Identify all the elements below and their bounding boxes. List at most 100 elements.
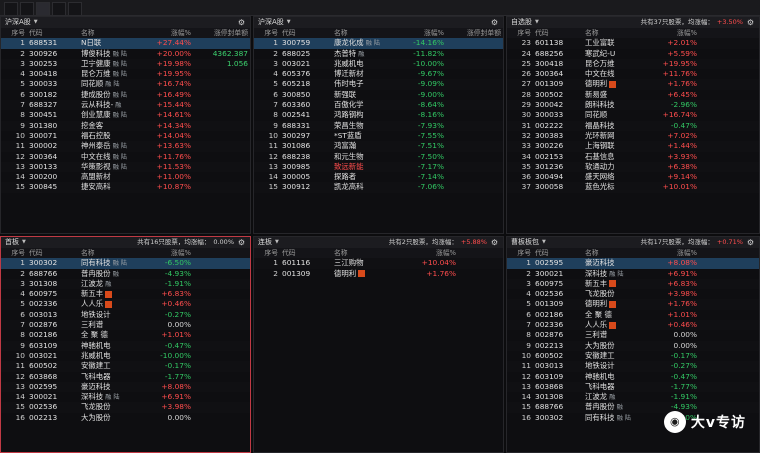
table-row[interactable]: 1 688531 N日联 +27.44%: [1, 38, 250, 49]
table-row[interactable]: 12 603868 飞科电器 -1.77%: [1, 372, 250, 382]
col-seq[interactable]: 序号: [254, 248, 280, 258]
table-row[interactable]: 11 301086 鸿富瀚 -7.51%: [254, 141, 503, 152]
col-change[interactable]: 涨幅%: [414, 248, 458, 258]
table-row[interactable]: 12 603109 神驰机电 -0.47%: [507, 372, 759, 382]
col-seq[interactable]: 序号: [1, 248, 27, 258]
table-row[interactable]: 6 300182 捷成股份融 陆 +16.49%: [1, 90, 250, 100]
col-limitup-amount[interactable]: 涨停封单额: [193, 28, 250, 38]
col-seq[interactable]: 序号: [1, 28, 27, 38]
table-row[interactable]: 9 688331 荣昌生物 -7.93%: [254, 120, 503, 131]
panel-title[interactable]: 沪深A股: [5, 17, 31, 28]
top-tab-active[interactable]: [36, 2, 50, 15]
col-code[interactable]: 代码: [533, 248, 583, 258]
col-code[interactable]: 代码: [280, 28, 332, 38]
col-name[interactable]: 名称: [583, 248, 655, 258]
table-row[interactable]: 5 001309 德明利 +1.76%: [507, 299, 759, 310]
col-name[interactable]: 名称: [79, 248, 149, 258]
table-row[interactable]: 9 301380 挖金客 +14.34%: [1, 120, 250, 131]
table-row[interactable]: 13 300985 致远新能 -7.17%: [254, 161, 503, 173]
table-row[interactable]: 9 603109 神驰机电 -0.47%: [1, 340, 250, 351]
table-row[interactable]: 10 003021 兆威机电 -10.00%: [1, 351, 250, 361]
table-row[interactable]: 33 300226 上海钢联 +1.44%: [507, 141, 759, 152]
gear-icon[interactable]: ⚙: [746, 238, 755, 247]
table-row[interactable]: 12 688238 和元生物 -7.50%: [254, 152, 503, 162]
table-row[interactable]: 28 300502 新易盛 +6.45%: [507, 90, 759, 100]
col-code[interactable]: 代码: [533, 28, 583, 38]
panel-title[interactable]: 首板: [5, 237, 19, 248]
table-row[interactable]: 14 300200 高盟新材 +11.00%: [1, 172, 250, 182]
table-row[interactable]: 4 002536 飞龙股份 +3.98%: [507, 289, 759, 299]
table-row[interactable]: 27 001309 德明利 +1.76%: [507, 79, 759, 90]
col-change[interactable]: 涨幅%: [655, 248, 699, 258]
table-row[interactable]: 34 002153 石基信息 +3.93%: [507, 152, 759, 162]
table-row[interactable]: 6 003013 地铁设计 -0.27%: [1, 310, 250, 320]
table-row[interactable]: 5 300033 同花顺融 陆 +16.74%: [1, 79, 250, 90]
table-row[interactable]: 23 601138 工业富联 +2.01%: [507, 38, 759, 49]
table-row[interactable]: 2 300021 深科技融 陆 +6.91%: [507, 269, 759, 279]
top-tab[interactable]: [52, 2, 66, 15]
col-seq[interactable]: 序号: [507, 248, 533, 258]
col-limitup-amount[interactable]: 涨停封单额: [446, 28, 503, 38]
table-row[interactable]: 14 301308 江波龙融 -1.91%: [507, 392, 759, 402]
table-row[interactable]: 32 300383 光环新网 +7.02%: [507, 131, 759, 141]
table-row[interactable]: 29 300042 朗科科技 -2.96%: [507, 100, 759, 111]
table-row[interactable]: 1 300302 同有科技融 陆 -6.50%: [1, 258, 250, 269]
gear-icon[interactable]: ⚙: [490, 18, 499, 27]
dropdown-caret-icon[interactable]: ▼: [542, 237, 546, 248]
table-row[interactable]: 14 300005 探路者 -7.14%: [254, 172, 503, 182]
col-name[interactable]: 名称: [583, 28, 655, 38]
table-row[interactable]: 14 300021 深科技融 陆 +6.91%: [1, 392, 250, 402]
table-row[interactable]: 11 600502 安徽建工 -0.17%: [1, 361, 250, 372]
table-row[interactable]: 8 002541 鸿路钢构 -8.16%: [254, 110, 503, 120]
gear-icon[interactable]: ⚙: [237, 238, 246, 247]
table-row[interactable]: 5 605218 伟时电子 -9.09%: [254, 79, 503, 90]
table-row[interactable]: 2 001309 德明利 +1.76%: [254, 269, 503, 279]
col-change[interactable]: 涨幅%: [402, 28, 446, 38]
table-row[interactable]: 26 300364 中文在线 +11.76%: [507, 69, 759, 79]
table-row[interactable]: 7 603360 百傲化学 -8.64%: [254, 100, 503, 111]
table-row[interactable]: 4 600975 新五丰 +6.83%: [1, 289, 250, 299]
gear-icon[interactable]: ⚙: [746, 18, 755, 27]
table-row[interactable]: 7 002336 人人乐 +0.46%: [507, 320, 759, 331]
table-row[interactable]: 31 002222 福晶科技 -0.47%: [507, 120, 759, 131]
dropdown-caret-icon[interactable]: ▼: [287, 17, 291, 28]
gear-icon[interactable]: ⚙: [237, 18, 246, 27]
table-row[interactable]: 8 002186 全 聚 德 +1.01%: [1, 330, 250, 340]
panel-title[interactable]: 曹板板包: [511, 237, 539, 248]
panel-watchlist[interactable]: 自选股 ▼ 共有37只股票，均涨幅： +3.50% ⚙ 序号 代码 名称 涨幅%…: [506, 16, 760, 234]
table-row[interactable]: 4 605376 博迁新材 -9.67%: [254, 69, 503, 79]
col-code[interactable]: 代码: [27, 248, 79, 258]
table-row[interactable]: 37 300058 蓝色光标 +10.01%: [507, 182, 759, 193]
dropdown-caret-icon[interactable]: ▼: [535, 17, 539, 28]
dropdown-caret-icon[interactable]: ▼: [34, 17, 38, 28]
col-code[interactable]: 代码: [280, 248, 332, 258]
col-code[interactable]: 代码: [27, 28, 79, 38]
panel-consecutive-board[interactable]: 连板 ▼ 共有2只股票，均涨幅： +5.88% ⚙ 序号 代码 名称 涨幅% 1…: [253, 236, 504, 453]
table-row[interactable]: 13 002595 豪迈科技 +8.08%: [1, 381, 250, 393]
col-name[interactable]: 名称: [79, 28, 149, 38]
table-row[interactable]: 15 300912 凯龙高科 -7.06%: [254, 182, 503, 193]
panel-hs-a-gainers[interactable]: 沪深A股 ▼ ⚙ 序号 代码 名称 涨幅% 涨停封单额 1 688531 N日联 +2…: [0, 16, 251, 234]
table-row[interactable]: 11 300002 神州泰岳融 陆 +13.63%: [1, 141, 250, 152]
table-row[interactable]: 1 002595 豪迈科技 +8.08%: [507, 258, 759, 269]
col-name[interactable]: 名称: [332, 28, 402, 38]
top-tab[interactable]: [4, 2, 18, 15]
col-change[interactable]: 涨幅%: [655, 28, 699, 38]
table-row[interactable]: 4 300418 昆仑万维融 陆 +19.95%: [1, 69, 250, 79]
dropdown-caret-icon[interactable]: ▼: [22, 237, 26, 248]
table-row[interactable]: 7 002876 三利谱 0.00%: [1, 320, 250, 331]
table-row[interactable]: 7 688327 云从科技- 融 +15.44%: [1, 100, 250, 111]
col-change[interactable]: 涨幅%: [149, 248, 193, 258]
table-row[interactable]: 30 300033 同花顺 +16.74%: [507, 110, 759, 120]
panel-title[interactable]: 沪深A股: [258, 17, 284, 28]
panel-hs-a-losers[interactable]: 沪深A股 ▼ ⚙ 序号 代码 名称 涨幅% 涨停封单额 1 300759 康龙化成融…: [253, 16, 504, 234]
table-row[interactable]: 6 002186 全 聚 德 +1.01%: [507, 310, 759, 320]
table-row[interactable]: 11 003013 地铁设计 -0.27%: [507, 361, 759, 372]
table-row[interactable]: 13 300133 华策影视融 陆 +11.53%: [1, 161, 250, 173]
table-row[interactable]: 10 300071 福石控股 +14.04%: [1, 131, 250, 141]
table-row[interactable]: 13 603868 飞科电器 -1.77%: [507, 381, 759, 393]
table-row[interactable]: 12 300364 中文在线融 陆 +11.76%: [1, 152, 250, 162]
table-row[interactable]: 15 300845 捷安高科 +10.87%: [1, 182, 250, 193]
table-row[interactable]: 10 600502 安徽建工 -0.17%: [507, 351, 759, 361]
table-row[interactable]: 9 002213 大为股份 0.00%: [507, 340, 759, 351]
